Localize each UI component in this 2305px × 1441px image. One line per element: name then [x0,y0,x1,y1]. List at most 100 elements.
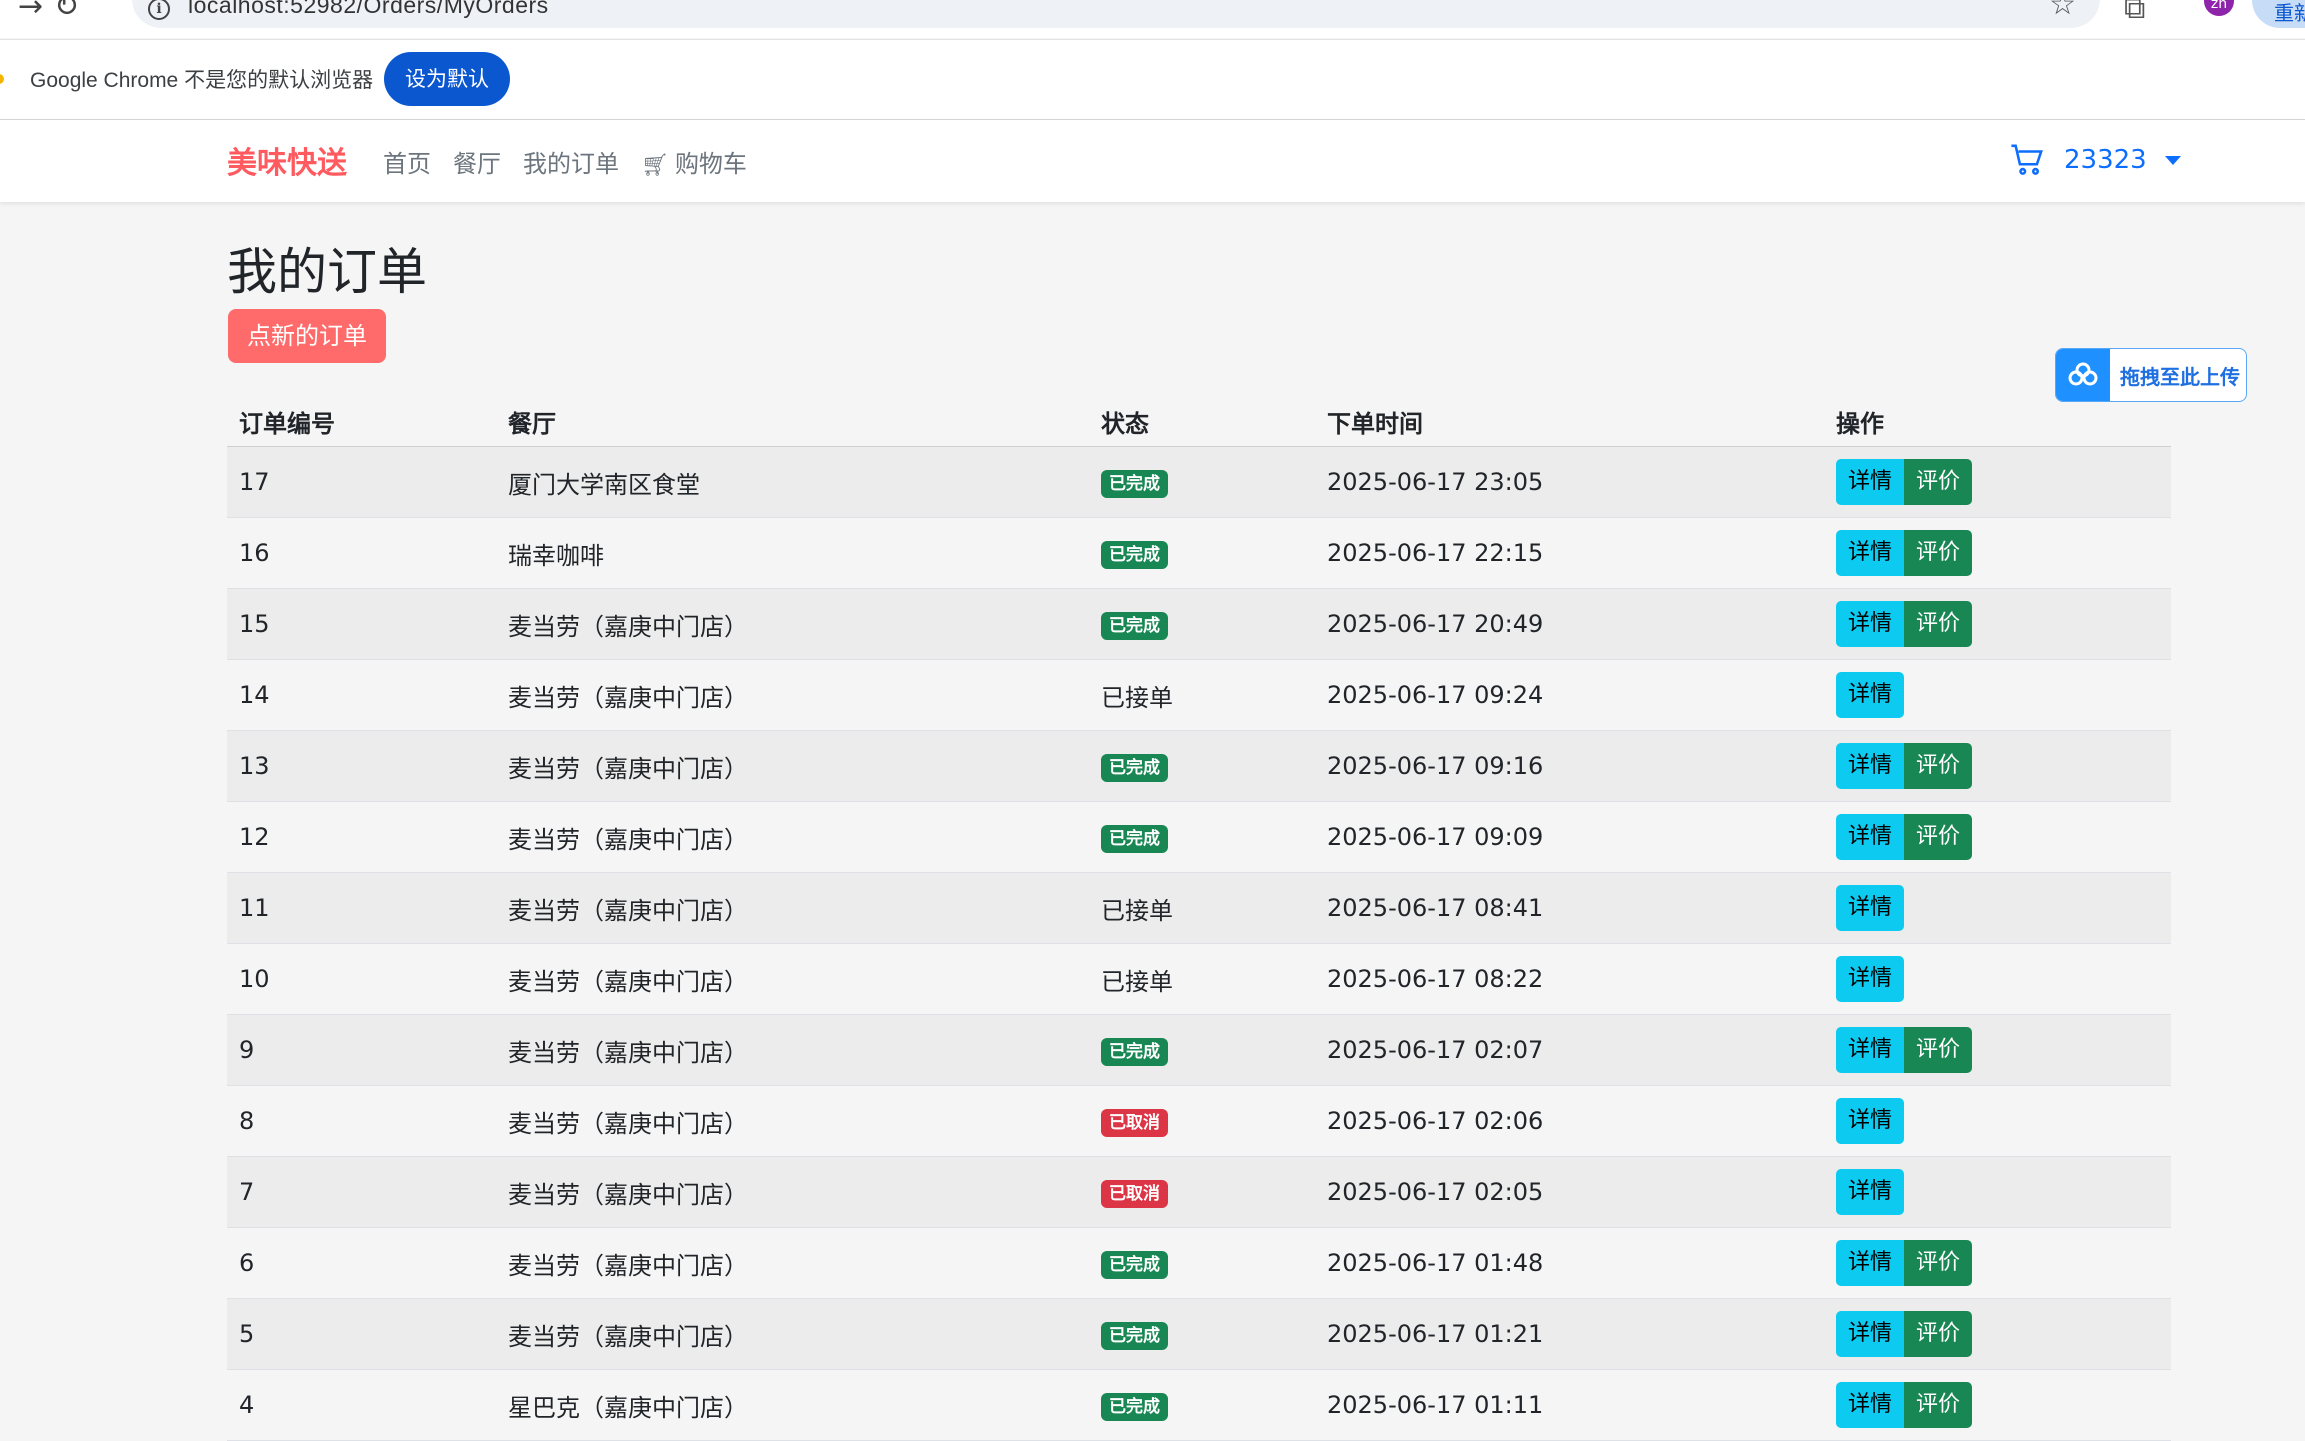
table-row: 7 麦当劳（嘉庚中门店） 已取消 2025-06-17 02:05 详情 [227,1156,2171,1228]
order-id-cell: 7 [227,1156,496,1228]
order-id-cell: 10 [227,943,496,1015]
order-id-cell: 15 [227,588,496,660]
default-browser-infobar: Google Chrome 不是您的默认浏览器 设为默认 [0,39,2305,120]
status-badge: 已完成 [1101,1321,1168,1350]
set-default-button[interactable]: 设为默认 [384,52,510,106]
order-time-cell: 2025-06-17 08:22 [1315,943,1824,1015]
nav-my-orders[interactable]: 我的订单 [523,144,619,179]
extensions-icon[interactable]: ⧉ [2124,0,2145,24]
detail-button[interactable]: 详情 [1836,1240,1905,1286]
order-id-cell: 16 [227,517,496,589]
status-cell: 已完成 [1089,801,1315,873]
table-row: 12 麦当劳（嘉庚中门店） 已完成 2025-06-17 09:09 详情 评价 [227,801,2171,873]
nav-cart[interactable]: 🛒︎ 购物车 [641,144,747,179]
order-time-cell: 2025-06-17 09:09 [1315,801,1824,873]
actions-cell: 详情 [1824,659,2171,731]
status-cell: 已完成 [1089,446,1315,518]
detail-button[interactable]: 详情 [1836,814,1905,860]
review-button[interactable]: 评价 [1904,1240,1973,1286]
status-cell: 已完成 [1089,1298,1315,1370]
review-button[interactable]: 评价 [1904,1382,1973,1428]
review-button[interactable]: 评价 [1904,601,1973,647]
review-button[interactable]: 评价 [1904,814,1973,860]
status-badge: 已完成 [1101,611,1168,640]
detail-button[interactable]: 详情 [1836,1169,1905,1215]
detail-button[interactable]: 详情 [1836,1098,1905,1144]
detail-button[interactable]: 详情 [1836,956,1905,1002]
nav-restaurants[interactable]: 餐厅 [453,144,501,179]
table-row: 13 麦当劳（嘉庚中门店） 已完成 2025-06-17 09:16 详情 评价 [227,730,2171,802]
table-row: 11 麦当劳（嘉庚中门店） 已接单 2025-06-17 08:41 详情 [227,872,2171,944]
order-id-cell: 6 [227,1227,496,1299]
table-row: 14 麦当劳（嘉庚中门店） 已接单 2025-06-17 09:24 详情 [227,659,2171,731]
restaurant-cell: 麦当劳（嘉庚中门店） [496,1014,1089,1086]
table-row: 5 麦当劳（嘉庚中门店） 已完成 2025-06-17 01:21 详情 评价 [227,1298,2171,1370]
order-time-cell: 2025-06-17 01:21 [1315,1298,1824,1370]
restaurant-cell: 麦当劳（嘉庚中门店） [496,1085,1089,1157]
review-button[interactable]: 评价 [1904,1027,1973,1073]
order-time-cell: 2025-06-17 01:48 [1315,1227,1824,1299]
status-badge: 已取消 [1101,1179,1168,1208]
cart-icon[interactable] [2010,143,2044,177]
order-time-cell: 2025-06-17 22:15 [1315,517,1824,589]
detail-button[interactable]: 详情 [1836,1027,1905,1073]
order-time-cell: 2025-06-17 09:16 [1315,730,1824,802]
detail-button[interactable]: 详情 [1836,530,1905,576]
detail-button[interactable]: 详情 [1836,672,1905,718]
header-order-time: 下单时间 [1315,396,1824,447]
restaurant-cell: 麦当劳（嘉庚中门店） [496,801,1089,873]
order-id-cell: 17 [227,446,496,518]
reload-icon[interactable]: ↻ [54,0,79,22]
status-text: 已接单 [1101,896,1173,925]
url-text: localhost:52982/Orders/MyOrders [188,0,549,18]
header-order-id: 订单编号 [227,396,496,447]
user-dropdown[interactable]: 23323 [2010,142,2181,178]
actions-cell: 详情 评价 [1824,1227,2171,1299]
review-button[interactable]: 评价 [1904,530,1973,576]
nav-home[interactable]: 首页 [383,144,431,179]
brand-logo[interactable]: 美味快送 [227,138,347,182]
status-text: 已接单 [1101,683,1173,712]
action-button-group: 详情 [1836,1169,1905,1215]
detail-button[interactable]: 详情 [1836,1311,1905,1357]
new-order-button[interactable]: 点新的订单 [228,309,386,363]
table-row: 8 麦当劳（嘉庚中门店） 已取消 2025-06-17 02:06 详情 [227,1085,2171,1157]
username: 23323 [2064,145,2147,175]
actions-cell: 详情 [1824,872,2171,944]
detail-button[interactable]: 详情 [1836,885,1905,931]
detail-button[interactable]: 详情 [1836,601,1905,647]
detail-button[interactable]: 详情 [1836,743,1905,789]
update-button[interactable]: 重新 [2252,0,2305,28]
detail-button[interactable]: 详情 [1836,459,1905,505]
status-cell: 已完成 [1089,730,1315,802]
info-icon[interactable]: i [148,0,170,20]
order-time-cell: 2025-06-17 09:24 [1315,659,1824,731]
detail-button[interactable]: 详情 [1836,1382,1905,1428]
cloud-upload-icon [2056,349,2110,401]
review-button[interactable]: 评价 [1904,743,1973,789]
back-arrow-icon[interactable]: → [18,0,43,22]
actions-cell: 详情 评价 [1824,1014,2171,1086]
bookmark-star-icon[interactable]: ☆ [2049,0,2076,20]
upload-widget[interactable]: 拖拽至此上传 [2055,348,2247,402]
header-status: 状态 [1089,396,1315,447]
order-time-cell: 2025-06-17 02:07 [1315,1014,1824,1086]
address-bar[interactable]: i localhost:52982/Orders/MyOrders ☆ [132,0,2100,28]
action-button-group: 详情 评价 [1836,530,1973,576]
review-button[interactable]: 评价 [1904,459,1973,505]
table-row: 4 星巴克（嘉庚中门店） 已完成 2025-06-17 01:11 详情 评价 [227,1369,2171,1441]
status-cell: 已取消 [1089,1085,1315,1157]
orders-table: 订单编号 餐厅 状态 下单时间 操作 17 厦门大学南区食堂 已完成 2025-06-… [227,396,2171,1441]
action-button-group: 详情 评价 [1836,459,1973,505]
review-button[interactable]: 评价 [1904,1311,1973,1357]
action-button-group: 详情 [1836,956,1905,1002]
restaurant-cell: 麦当劳（嘉庚中门店） [496,1156,1089,1228]
status-badge: 已完成 [1101,753,1168,782]
table-row: 9 麦当劳（嘉庚中门店） 已完成 2025-06-17 02:07 详情 评价 [227,1014,2171,1086]
actions-cell: 详情 [1824,1156,2171,1228]
profile-avatar[interactable]: zh [2204,0,2234,16]
action-button-group: 详情 评价 [1836,1027,1973,1073]
order-time-cell: 2025-06-17 20:49 [1315,588,1824,660]
action-button-group: 详情 评价 [1836,743,1973,789]
order-id-cell: 12 [227,801,496,873]
